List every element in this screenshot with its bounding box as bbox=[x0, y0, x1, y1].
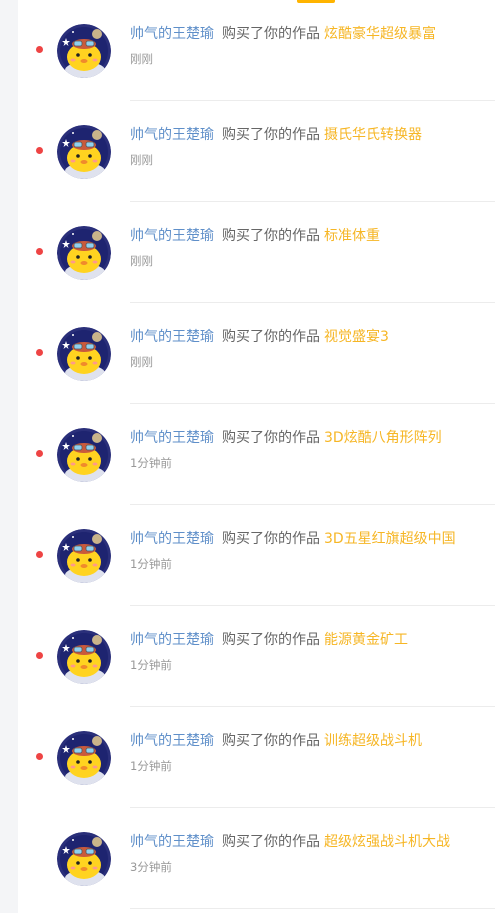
notification-item[interactable]: 帅气的王楚瑜 购买了你的作品 训练超级战斗机 1分钟前 bbox=[18, 707, 495, 808]
yellow-chick-avatar-icon bbox=[57, 327, 111, 381]
notification-text: 帅气的王楚瑜 购买了你的作品 3D炫酷八角形阵列 bbox=[130, 428, 442, 448]
username-link[interactable]: 帅气的王楚瑜 bbox=[130, 430, 214, 446]
notification-item[interactable]: 帅气的王楚瑜 购买了你的作品 炫酷豪华超级暴富 刚刚 bbox=[18, 0, 495, 101]
work-title-link[interactable]: 摄氏华氏转换器 bbox=[324, 127, 422, 143]
yellow-chick-avatar-icon bbox=[57, 125, 111, 179]
notification-text: 帅气的王楚瑜 购买了你的作品 视觉盛宴3 bbox=[130, 327, 389, 347]
username-link[interactable]: 帅气的王楚瑜 bbox=[130, 329, 214, 345]
avatar[interactable] bbox=[57, 24, 111, 78]
timestamp: 1分钟前 bbox=[130, 658, 172, 672]
timestamp: 刚刚 bbox=[130, 52, 153, 66]
unread-dot-icon bbox=[36, 551, 43, 558]
action-text: 购买了你的作品 bbox=[222, 127, 320, 143]
username-link[interactable]: 帅气的王楚瑜 bbox=[130, 733, 214, 749]
work-title-link[interactable]: 3D五星红旗超级中国 bbox=[324, 531, 456, 547]
avatar[interactable] bbox=[57, 630, 111, 684]
notification-item[interactable]: 帅气的王楚瑜 购买了你的作品 能源黄金矿工 1分钟前 bbox=[18, 606, 495, 707]
notification-text: 帅气的王楚瑜 购买了你的作品 超级炫强战斗机大战 bbox=[130, 832, 450, 852]
notification-text: 帅气的王楚瑜 购买了你的作品 炫酷豪华超级暴富 bbox=[130, 24, 436, 44]
notification-item[interactable]: 帅气的王楚瑜 购买了你的作品 3D炫酷八角形阵列 1分钟前 bbox=[18, 404, 495, 505]
action-text: 购买了你的作品 bbox=[222, 531, 320, 547]
work-title-link[interactable]: 能源黄金矿工 bbox=[324, 632, 408, 648]
yellow-chick-avatar-icon bbox=[57, 630, 111, 684]
action-text: 购买了你的作品 bbox=[222, 632, 320, 648]
work-title-link[interactable]: 超级炫强战斗机大战 bbox=[324, 834, 450, 850]
notification-item[interactable]: 帅气的王楚瑜 购买了你的作品 视觉盛宴3 刚刚 bbox=[18, 303, 495, 404]
unread-dot-icon bbox=[36, 450, 43, 457]
action-text: 购买了你的作品 bbox=[222, 329, 320, 345]
avatar[interactable] bbox=[57, 731, 111, 785]
timestamp: 刚刚 bbox=[130, 254, 153, 268]
work-title-link[interactable]: 炫酷豪华超级暴富 bbox=[324, 26, 436, 42]
action-text: 购买了你的作品 bbox=[222, 834, 320, 850]
unread-dot-icon bbox=[36, 46, 43, 53]
username-link[interactable]: 帅气的王楚瑜 bbox=[130, 531, 214, 547]
yellow-chick-avatar-icon bbox=[57, 24, 111, 78]
unread-dot-icon bbox=[36, 248, 43, 255]
unread-dot-icon bbox=[36, 349, 43, 356]
action-text: 购买了你的作品 bbox=[222, 733, 320, 749]
timestamp: 刚刚 bbox=[130, 355, 153, 369]
avatar[interactable] bbox=[57, 226, 111, 280]
username-link[interactable]: 帅气的王楚瑜 bbox=[130, 228, 214, 244]
notification-list: 帅气的王楚瑜 购买了你的作品 炫酷豪华超级暴富 刚刚 帅气的王楚瑜 购买了你的作… bbox=[18, 0, 495, 909]
yellow-chick-avatar-icon bbox=[57, 832, 111, 886]
yellow-chick-avatar-icon bbox=[57, 731, 111, 785]
notification-item[interactable]: 帅气的王楚瑜 购买了你的作品 摄氏华氏转换器 刚刚 bbox=[18, 101, 495, 202]
username-link[interactable]: 帅气的王楚瑜 bbox=[130, 632, 214, 648]
notification-text: 帅气的王楚瑜 购买了你的作品 3D五星红旗超级中国 bbox=[130, 529, 456, 549]
timestamp: 1分钟前 bbox=[130, 557, 172, 571]
notification-text: 帅气的王楚瑜 购买了你的作品 训练超级战斗机 bbox=[130, 731, 422, 751]
notification-item[interactable]: 帅气的王楚瑜 购买了你的作品 标准体重 刚刚 bbox=[18, 202, 495, 303]
unread-dot-icon bbox=[36, 753, 43, 760]
timestamp: 刚刚 bbox=[130, 153, 153, 167]
username-link[interactable]: 帅气的王楚瑜 bbox=[130, 834, 214, 850]
yellow-chick-avatar-icon bbox=[57, 529, 111, 583]
unread-dot-icon bbox=[36, 652, 43, 659]
work-title-link[interactable]: 标准体重 bbox=[324, 228, 380, 244]
notification-item[interactable]: 帅气的王楚瑜 购买了你的作品 3D五星红旗超级中国 1分钟前 bbox=[18, 505, 495, 606]
divider bbox=[130, 908, 495, 909]
avatar[interactable] bbox=[57, 832, 111, 886]
timestamp: 1分钟前 bbox=[130, 456, 172, 470]
avatar[interactable] bbox=[57, 327, 111, 381]
work-title-link[interactable]: 训练超级战斗机 bbox=[324, 733, 422, 749]
timestamp: 1分钟前 bbox=[130, 759, 172, 773]
work-title-link[interactable]: 3D炫酷八角形阵列 bbox=[324, 430, 442, 446]
notification-text: 帅气的王楚瑜 购买了你的作品 能源黄金矿工 bbox=[130, 630, 408, 650]
username-link[interactable]: 帅气的王楚瑜 bbox=[130, 26, 214, 42]
notification-text: 帅气的王楚瑜 购买了你的作品 摄氏华氏转换器 bbox=[130, 125, 422, 145]
avatar[interactable] bbox=[57, 125, 111, 179]
action-text: 购买了你的作品 bbox=[222, 228, 320, 244]
avatar[interactable] bbox=[57, 428, 111, 482]
notification-text: 帅气的王楚瑜 购买了你的作品 标准体重 bbox=[130, 226, 380, 246]
action-text: 购买了你的作品 bbox=[222, 430, 320, 446]
timestamp: 3分钟前 bbox=[130, 860, 172, 874]
avatar[interactable] bbox=[57, 529, 111, 583]
work-title-link[interactable]: 视觉盛宴3 bbox=[324, 329, 389, 345]
notification-item[interactable]: 帅气的王楚瑜 购买了你的作品 超级炫强战斗机大战 3分钟前 bbox=[18, 808, 495, 909]
notification-panel: 帅气的王楚瑜 购买了你的作品 炫酷豪华超级暴富 刚刚 帅气的王楚瑜 购买了你的作… bbox=[18, 0, 495, 913]
yellow-chick-avatar-icon bbox=[57, 428, 111, 482]
yellow-chick-avatar-icon bbox=[57, 226, 111, 280]
unread-dot-icon bbox=[36, 147, 43, 154]
username-link[interactable]: 帅气的王楚瑜 bbox=[130, 127, 214, 143]
action-text: 购买了你的作品 bbox=[222, 26, 320, 42]
